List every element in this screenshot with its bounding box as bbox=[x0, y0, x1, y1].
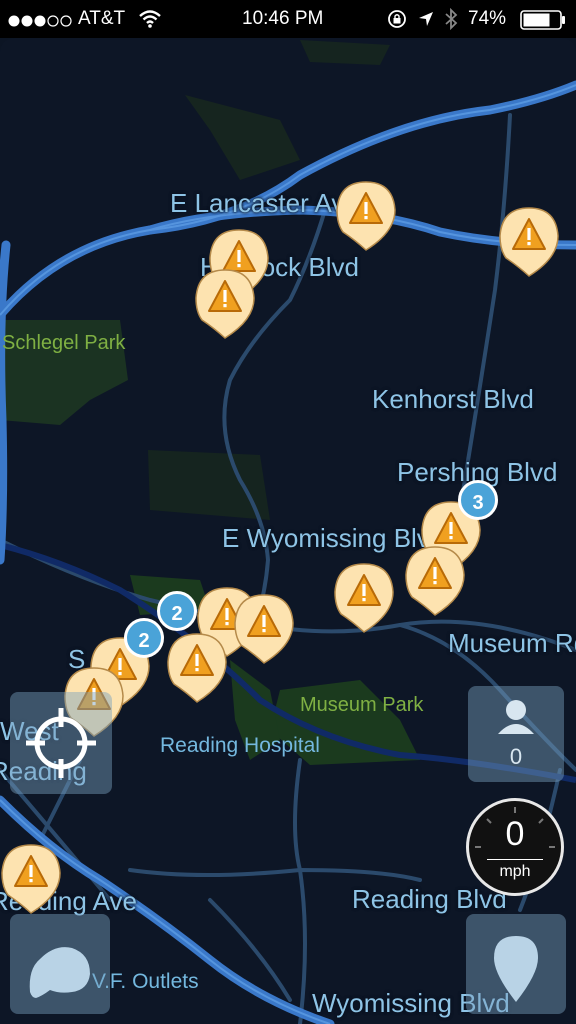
clock: 10:46 PM bbox=[242, 8, 324, 29]
battery-percent: 74% bbox=[468, 8, 507, 29]
warning-triangle-icon bbox=[405, 546, 465, 616]
road-label-museum-rd: Museum Rd bbox=[448, 628, 576, 658]
map-view[interactable]: E Lancaster Ave Hancock Blvd Schlegel Pa… bbox=[0, 38, 576, 1024]
warning-triangle-icon bbox=[499, 207, 559, 277]
hazard-alert-pin[interactable] bbox=[194, 268, 256, 340]
wazers-count: 0 bbox=[509, 744, 523, 769]
warning-triangle-icon bbox=[336, 181, 396, 251]
wifi-icon bbox=[138, 9, 162, 35]
warning-triangle-icon bbox=[234, 594, 294, 664]
hazard-alert-pin[interactable] bbox=[404, 545, 466, 617]
waze-logo-icon bbox=[29, 947, 90, 998]
location-arrow-icon bbox=[417, 10, 435, 34]
hazard-alert-pin[interactable] bbox=[0, 843, 62, 915]
crosshair-icon bbox=[26, 708, 96, 778]
warning-triangle-icon bbox=[1, 844, 61, 914]
hazard-alert-pin[interactable] bbox=[333, 562, 395, 634]
cluster-badge[interactable]: 2 bbox=[157, 591, 197, 631]
waze-screen: AT&T 10:46 PM 74% E Lancaster Ave Hancoc… bbox=[0, 0, 576, 1024]
hazard-alert-pin[interactable] bbox=[233, 593, 295, 665]
rotation-lock-icon bbox=[387, 9, 407, 35]
main-menu-button[interactable] bbox=[10, 914, 110, 1014]
warning-triangle-icon bbox=[167, 633, 227, 703]
cluster-badge[interactable]: 2 bbox=[124, 618, 164, 658]
road-label-kenhorst-blvd: Kenhorst Blvd bbox=[372, 384, 534, 414]
warning-triangle-icon bbox=[195, 269, 255, 339]
hazard-alert-pin[interactable] bbox=[498, 206, 560, 278]
carrier-name: AT&T bbox=[78, 8, 126, 29]
place-label-reading-hospital: Reading Hospital bbox=[160, 734, 320, 757]
speed-unit: mph bbox=[499, 863, 531, 880]
wazers-nearby-button[interactable]: 0 bbox=[468, 686, 564, 782]
cluster-badge[interactable]: 3 bbox=[458, 480, 498, 520]
person-icon bbox=[498, 700, 534, 734]
signal-strength-icon bbox=[8, 12, 72, 34]
report-button[interactable] bbox=[466, 914, 566, 1014]
recenter-button[interactable] bbox=[10, 692, 112, 794]
battery-icon bbox=[520, 10, 568, 36]
warning-triangle-icon bbox=[334, 563, 394, 633]
hazard-alert-pin[interactable] bbox=[166, 632, 228, 704]
hazard-alert-pin[interactable] bbox=[335, 180, 397, 252]
status-bar: AT&T 10:46 PM 74% bbox=[0, 0, 576, 38]
place-label-museum-park: Museum Park bbox=[300, 694, 424, 716]
place-label-schlegel-park: Schlegel Park bbox=[2, 332, 126, 354]
speed-value: 0 bbox=[505, 815, 525, 853]
report-pin-icon bbox=[494, 936, 538, 1002]
speedometer: 0 mph bbox=[466, 798, 564, 896]
road-label-e-lancaster-ave: E Lancaster Ave bbox=[170, 188, 359, 218]
bluetooth-icon bbox=[444, 7, 458, 36]
